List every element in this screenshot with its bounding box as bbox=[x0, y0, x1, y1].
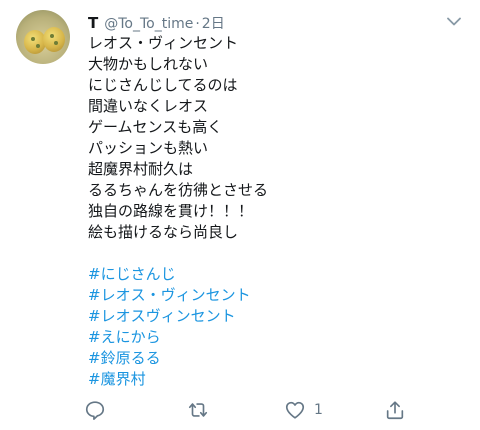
action-bar: 1 bbox=[84, 398, 424, 422]
tweet-line: 超魔界村耐久は bbox=[88, 160, 194, 178]
like-count: 1 bbox=[314, 402, 323, 418]
avatar[interactable] bbox=[16, 10, 70, 64]
avatar-garnish bbox=[36, 44, 40, 48]
user-handle[interactable]: @To_To_time bbox=[104, 16, 193, 32]
share-icon bbox=[386, 401, 404, 420]
separator: · bbox=[195, 16, 200, 32]
tweet-line: レオス・ヴィンセント bbox=[88, 34, 239, 52]
retweet-icon bbox=[188, 403, 208, 417]
avatar-garnish bbox=[54, 41, 58, 45]
tweet-line: にじさんじしてるのは bbox=[88, 76, 238, 94]
like-button[interactable]: 1 bbox=[284, 398, 323, 422]
hashtag-link[interactable]: #にじさんじ bbox=[88, 264, 464, 285]
tweet-line: 大物かもしれない bbox=[88, 55, 209, 73]
tweet: T @To_To_time · 2日 レオス・ヴィンセント 大物かもしれない に… bbox=[0, 0, 480, 430]
hashtag-link[interactable]: #レオス・ヴィンセント bbox=[88, 285, 464, 306]
tweet-header: T @To_To_time · 2日 bbox=[88, 13, 225, 33]
hashtag-link[interactable]: #えにから bbox=[88, 327, 464, 348]
tweet-line: ゲームセンスも高く bbox=[88, 118, 223, 136]
tweet-line: るるちゃんを彷彿とさせる bbox=[88, 181, 269, 199]
avatar-garnish bbox=[50, 34, 54, 38]
avatar-food-right bbox=[43, 27, 65, 52]
timestamp[interactable]: 2日 bbox=[202, 13, 225, 33]
hashtag-link[interactable]: #レオスヴィンセント bbox=[88, 306, 464, 327]
more-options-button[interactable] bbox=[442, 12, 466, 30]
tweet-line: 独自の路線を貫け！！！ bbox=[88, 202, 254, 220]
share-button[interactable] bbox=[384, 398, 406, 422]
display-name[interactable]: T bbox=[88, 14, 98, 32]
reply-button[interactable] bbox=[84, 398, 106, 422]
heart-icon bbox=[285, 401, 305, 419]
chevron-down-icon bbox=[447, 17, 461, 25]
reply-icon bbox=[85, 401, 105, 420]
tweet-text: レオス・ヴィンセント 大物かもしれない にじさんじしてるのは 間違いなくレオス … bbox=[88, 33, 464, 390]
retweet-button[interactable] bbox=[186, 398, 210, 422]
tweet-line: パッションも熱い bbox=[88, 139, 209, 157]
tweet-line: 絵も描けるなら尚良し bbox=[88, 223, 239, 241]
tweet-line: 間違いなくレオス bbox=[88, 97, 209, 115]
hashtag-link[interactable]: #魔界村 bbox=[88, 369, 464, 390]
avatar-garnish bbox=[31, 37, 35, 41]
paragraph-break bbox=[88, 243, 464, 264]
hashtag-link[interactable]: #鈴原るる bbox=[88, 348, 464, 369]
